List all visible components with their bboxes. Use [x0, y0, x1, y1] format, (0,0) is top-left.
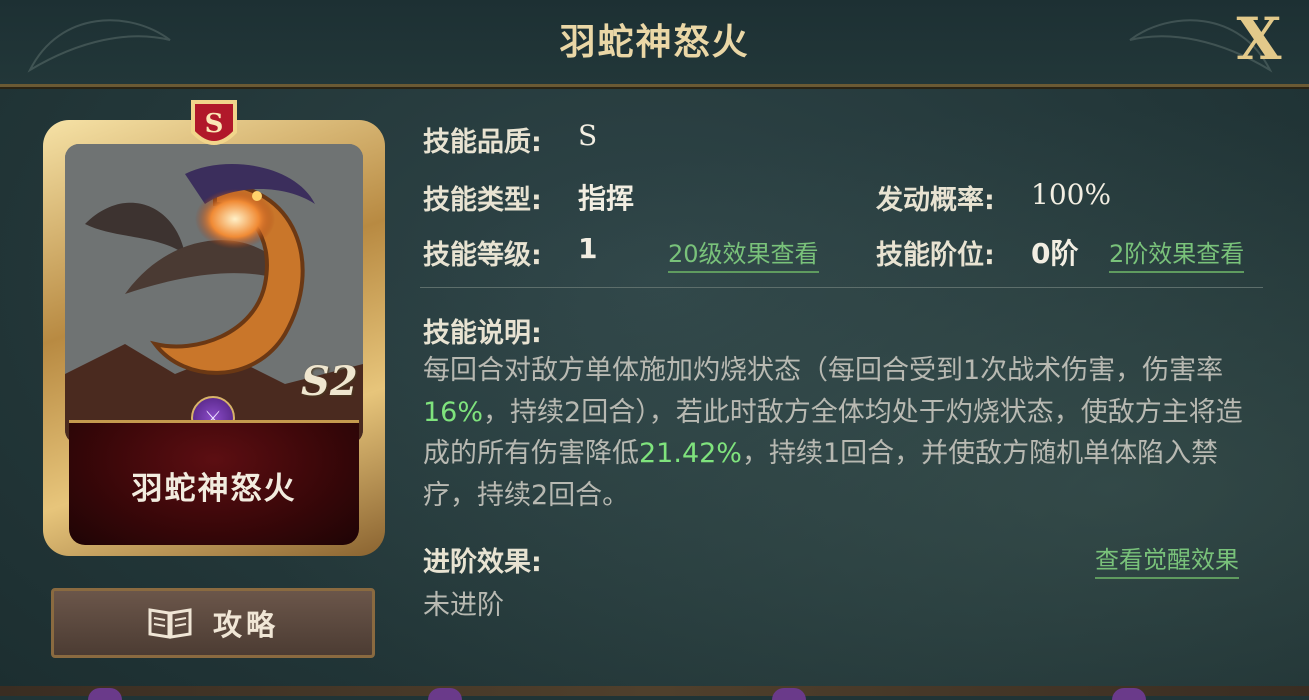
type-label: 技能类型:: [423, 185, 542, 216]
advance-value: 未进阶: [423, 590, 504, 621]
skill-description: 每回合对敌方单体施加灼烧状态（每回合受到1次战术伤害，伤害率16%，持续2回合）…: [423, 350, 1253, 516]
damage-reduction-value: 21.42%: [639, 438, 742, 469]
guide-button[interactable]: 攻略: [51, 588, 375, 658]
card-name: 羽蛇神怒火: [131, 470, 297, 507]
description-label: 技能说明:: [423, 318, 542, 349]
level-effect-link[interactable]: 20级效果查看: [668, 234, 819, 273]
season-badge: S2: [301, 358, 358, 405]
advance-label: 进阶效果:: [423, 547, 542, 578]
skill-detail-panel: 羽蛇神怒火 X ⚔ S2 羽蛇神怒火 S 攻略 技能品质: S 技能类型: 指挥…: [0, 0, 1309, 700]
skill-card: ⚔ S2 羽蛇神怒火 S: [43, 98, 385, 558]
level-label: 技能等级:: [423, 240, 542, 271]
book-icon: [148, 608, 192, 639]
grade-shield-icon: S: [191, 100, 237, 145]
close-button[interactable]: X: [1227, 5, 1291, 73]
grade-letter: S: [205, 109, 224, 139]
quality-value: S: [578, 119, 598, 152]
gem-icon: [1112, 688, 1146, 700]
guide-label: 攻略: [212, 608, 279, 642]
type-value: 指挥: [578, 182, 635, 215]
awaken-effect-link[interactable]: 查看觉醒效果: [1095, 540, 1239, 579]
level-value: 1: [578, 232, 598, 265]
divider: [420, 287, 1263, 288]
description-text: 每回合对敌方单体施加灼烧状态（每回合受到1次战术伤害，伤害率: [423, 355, 1224, 386]
gem-icon: [428, 688, 462, 700]
chance-value: 100%: [1031, 178, 1112, 211]
damage-rate-value: 16%: [423, 396, 484, 428]
gem-icon: [772, 688, 806, 700]
window-title: 羽蛇神怒火: [559, 22, 750, 63]
gem-icon: [88, 688, 122, 700]
rank-label: 技能阶位:: [876, 240, 995, 271]
card-name-plate: 羽蛇神怒火: [69, 420, 359, 545]
title-bar: 羽蛇神怒火 X: [0, 0, 1309, 87]
rank-value: 0阶: [1031, 237, 1079, 270]
quality-label: 技能品质:: [423, 127, 542, 158]
chance-label: 发动概率:: [876, 185, 995, 216]
rank-effect-link[interactable]: 2阶效果查看: [1109, 234, 1245, 273]
